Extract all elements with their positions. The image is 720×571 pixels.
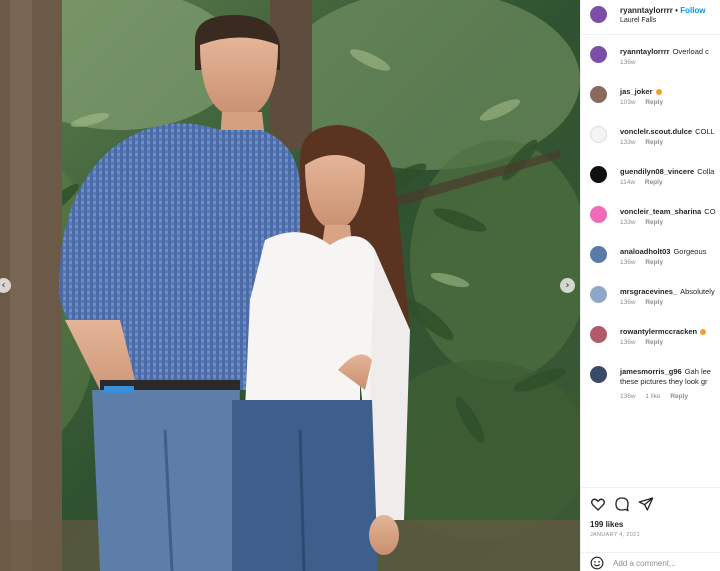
comment-time[interactable]: 114w [620, 179, 635, 186]
emoji-badge-icon [700, 329, 707, 336]
comment-username[interactable]: jas_joker [620, 87, 653, 96]
comment-text: Overload c [672, 47, 709, 56]
comment-line: mrsgracevines_ Absolutely [620, 287, 715, 296]
comment-username[interactable]: ryanntaylorrrr [620, 47, 670, 56]
comment-line: jamesmorris_g96 Gah lee [620, 367, 711, 376]
reply-button[interactable]: Reply [645, 219, 663, 226]
comment-username[interactable]: jamesmorris_g96 [620, 367, 682, 376]
comment-meta: 136w Reply [620, 339, 671, 346]
comment-time[interactable]: 136w [620, 339, 636, 346]
list-item: jamesmorris_g96 Gah lee these pictures th… [581, 364, 720, 414]
comment-meta: 136w 1 like Reply [620, 393, 696, 400]
header-separator-dot: • [675, 6, 678, 15]
post-photo[interactable]: ‹ › [0, 0, 580, 571]
avatar[interactable] [590, 206, 607, 223]
comment-username[interactable]: analoadholt03 [620, 247, 670, 256]
list-item: guendilyn08_vincere Colla 114w Reply [581, 164, 720, 202]
comment-meta: 103w Reply [620, 99, 671, 106]
avatar[interactable] [590, 246, 607, 263]
avatar[interactable] [590, 166, 607, 183]
avatar[interactable] [590, 6, 607, 23]
likes-count[interactable]: 199 likes [590, 520, 623, 529]
reply-button[interactable]: Reply [645, 299, 663, 306]
emoji-badge-icon [655, 89, 662, 96]
comment-username[interactable]: mrsgracevines_ [620, 287, 677, 296]
comment-time[interactable]: 136w [620, 59, 636, 66]
comment-text: CO [704, 207, 716, 216]
comment-username[interactable]: vonclelr.scout.dulce [620, 127, 692, 136]
comment-input[interactable] [613, 556, 718, 570]
comment-time[interactable]: 133w [620, 219, 636, 226]
post-location[interactable]: Laurel Falls [620, 17, 656, 24]
post-username[interactable]: ryanntaylorrrr [620, 6, 673, 15]
reply-button[interactable]: Reply [645, 339, 663, 346]
list-item: analoadholt03 Gorgeous 136w Reply [581, 244, 720, 282]
list-item: mrsgracevines_ Absolutely 136w Reply [581, 284, 720, 322]
comment-line: ryanntaylorrrr Overload c [620, 47, 709, 56]
comments-panel: ryanntaylorrrr • Follow Laurel Falls rya… [580, 0, 720, 571]
emoji-icon[interactable] [590, 556, 604, 570]
post-actions: 199 likes JANUARY 4, 2021 [581, 487, 720, 571]
comment-meta: 136w [620, 59, 644, 66]
comment-username[interactable]: rowantylermccracken [620, 327, 697, 336]
couple-photo-image [0, 0, 580, 571]
reply-button[interactable]: Reply [645, 259, 663, 266]
reply-button[interactable]: Reply [645, 179, 663, 186]
comment-line: voncleir_team_sharina CO [620, 207, 716, 216]
avatar[interactable] [590, 46, 607, 63]
comment-time[interactable]: 133w [620, 139, 636, 146]
comment-line: guendilyn08_vincere Colla [620, 167, 714, 176]
comment-meta: 114w Reply [620, 179, 671, 186]
post-date[interactable]: JANUARY 4, 2021 [590, 532, 640, 538]
reply-button[interactable]: Reply [670, 393, 688, 400]
comment-username[interactable]: guendilyn08_vincere [620, 167, 694, 176]
comment-line: jas_joker [620, 87, 662, 96]
heart-icon[interactable] [590, 496, 606, 512]
avatar[interactable] [590, 326, 607, 343]
comment-icon[interactable] [614, 496, 630, 512]
comment-text: Gorgeous [673, 247, 707, 256]
comment-line: analoadholt03 Gorgeous [620, 247, 706, 256]
comment-time[interactable]: 136w [620, 393, 636, 400]
list-item: ryanntaylorrrr Overload c 136w [581, 44, 720, 82]
reply-button[interactable]: Reply [645, 99, 663, 106]
comment-time[interactable]: 103w [620, 99, 636, 106]
list-item: vonclelr.scout.dulce COLL 133w Reply [581, 124, 720, 162]
avatar[interactable] [590, 126, 607, 143]
comment-meta: 136w Reply [620, 259, 671, 266]
comment-time[interactable]: 136w [620, 259, 636, 266]
comment-text: Colla [697, 167, 715, 176]
avatar[interactable] [590, 286, 607, 303]
comment-meta: 133w Reply [620, 139, 671, 146]
comment-username[interactable]: voncleir_team_sharina [620, 207, 701, 216]
post-header: ryanntaylorrrr • Follow Laurel Falls [581, 0, 720, 35]
comment-meta: 133w Reply [620, 219, 671, 226]
comment-likes[interactable]: 1 like [645, 393, 660, 400]
comment-line: rowantylermccracken [620, 327, 707, 336]
comment-text: Absolutely [680, 287, 715, 296]
chevron-right-icon[interactable]: › [560, 278, 575, 293]
avatar[interactable] [590, 86, 607, 103]
add-comment-row [581, 552, 720, 571]
comment-text: Gah lee [684, 367, 711, 376]
comment-text: COLL [695, 127, 715, 136]
share-icon[interactable] [638, 496, 654, 512]
list-item: rowantylermccracken 136w Reply [581, 324, 720, 362]
post-header-line: ryanntaylorrrr • Follow [620, 6, 706, 15]
list-item: voncleir_team_sharina CO 133w Reply [581, 204, 720, 242]
comment-line: vonclelr.scout.dulce COLL [620, 127, 715, 136]
reply-button[interactable]: Reply [645, 139, 663, 146]
comment-text-continued: these pictures they look gr [620, 377, 708, 386]
follow-button[interactable]: Follow [680, 6, 705, 15]
comment-time[interactable]: 136w [620, 299, 636, 306]
list-item: jas_joker 103w Reply [581, 84, 720, 122]
avatar[interactable] [590, 366, 607, 383]
comment-meta: 136w Reply [620, 299, 671, 306]
